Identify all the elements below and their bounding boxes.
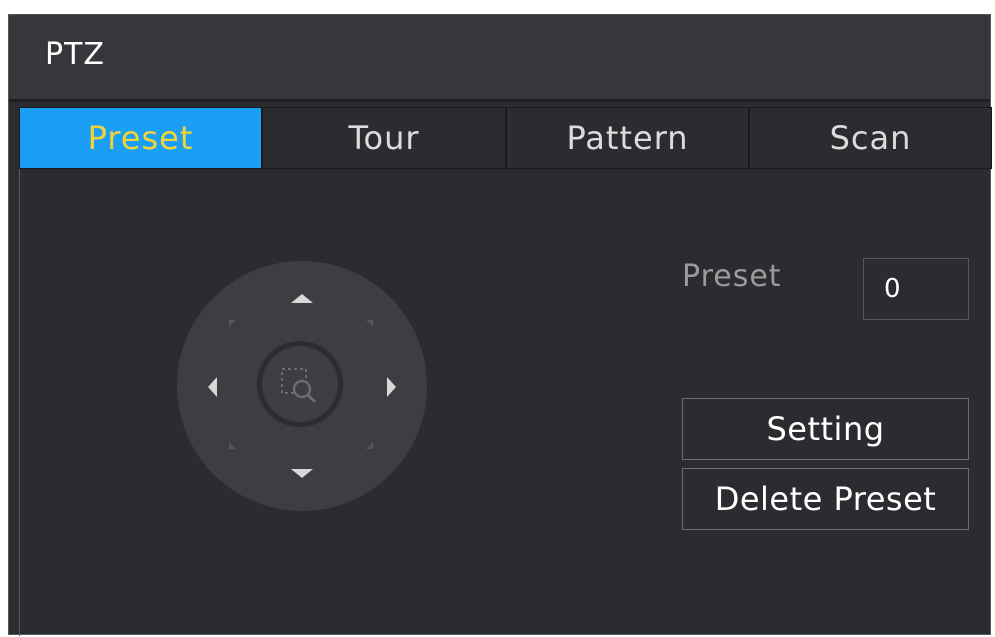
preset-number-input[interactable]: [863, 258, 969, 320]
tab-preset[interactable]: Preset: [19, 107, 262, 169]
arrow-up-right-icon[interactable]: [366, 320, 373, 327]
tab-tour[interactable]: Tour: [262, 107, 506, 169]
arrow-up-left-icon[interactable]: [229, 320, 236, 327]
tab-scan[interactable]: Scan: [749, 107, 992, 169]
arrow-right-icon[interactable]: [387, 377, 396, 397]
tab-bar: Preset Tour Pattern Scan: [19, 107, 992, 169]
delete-preset-button[interactable]: Delete Preset: [682, 468, 969, 530]
arrow-down-left-icon[interactable]: [229, 442, 236, 449]
preset-content: Preset Setting Delete Preset: [19, 169, 992, 636]
arrow-up-icon[interactable]: [291, 294, 313, 303]
title-bar: PTZ: [9, 15, 990, 102]
arrow-down-right-icon[interactable]: [366, 442, 373, 449]
tab-pattern[interactable]: Pattern: [506, 107, 749, 169]
preset-label: Preset: [682, 259, 782, 294]
setting-button[interactable]: Setting: [682, 398, 969, 460]
arrow-down-icon[interactable]: [291, 469, 313, 478]
zoom-area-button[interactable]: [257, 341, 343, 427]
ptz-window: PTZ Preset Tour Pattern Scan Preset 0 Se…: [8, 14, 992, 636]
ptz-direction-pad: [177, 261, 427, 511]
arrow-left-icon[interactable]: [208, 377, 217, 397]
zoom-area-icon: [281, 368, 316, 403]
window-title: PTZ: [45, 37, 105, 72]
